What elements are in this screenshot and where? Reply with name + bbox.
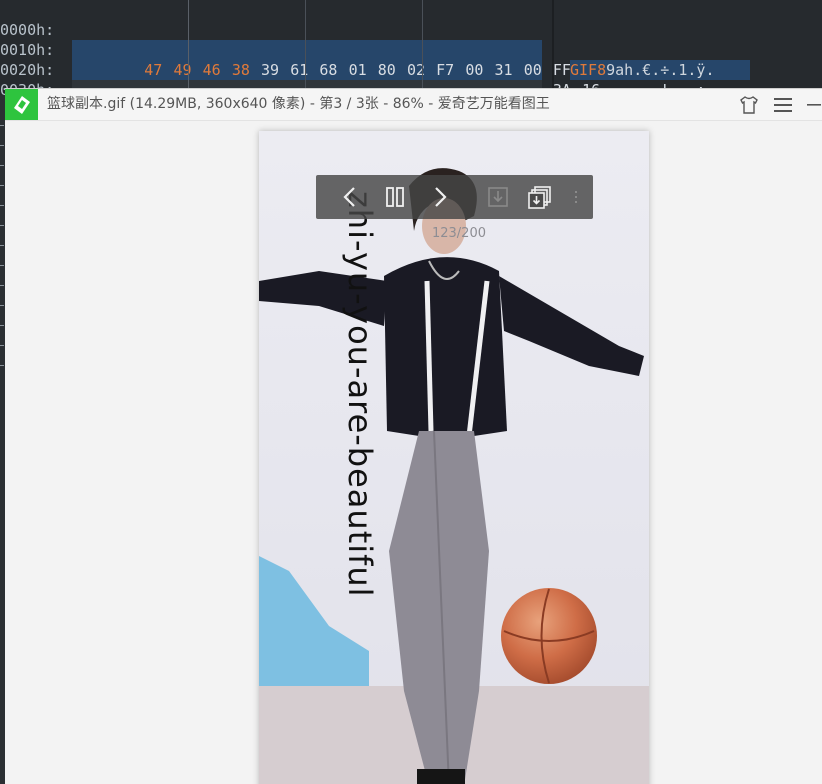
gutter-tick [0,145,4,146]
image-canvas[interactable]: zhi-yu-you-are-beautiful 123/200 [5,121,822,784]
ascii-rest: 9ah.€.÷.1.ÿ. [606,61,715,79]
gutter-tick [0,305,4,306]
gif-playback-toolbar [316,175,593,219]
hex-row[interactable]: 0010h: 04040A0B09140F0C1A15212C152C3A16 … [0,20,715,99]
image-overlay-text: zhi-yu-you-are-beautiful [341,191,379,598]
viewer-titlebar[interactable]: 篮球副本.gif (14.29MB, 360x640 像素) - 第3 / 3张… [5,89,822,121]
frame-counter: 123/200 [431,226,486,241]
gutter-tick [0,245,4,246]
gutter-tick [0,185,4,186]
hex-column-divider [422,0,423,95]
previous-frame-icon[interactable] [334,181,366,213]
hex-ascii-divider [552,0,554,95]
viewer-window-title: 篮球副本.gif (14.29MB, 360x640 像素) - 第3 / 3张… [47,96,550,112]
gutter-tick [0,325,4,326]
minimize-icon[interactable] [805,93,822,117]
gutter-tick [0,165,4,166]
save-frame-icon[interactable] [482,181,514,213]
gutter-tick [0,125,4,126]
hex-column-divider [305,0,306,95]
skin-icon[interactable] [737,93,761,117]
export-frames-icon[interactable] [524,181,556,213]
menu-icon[interactable] [771,93,795,117]
hex-row[interactable]: 0030h: 281B1C2D1C192A1C1A2A1F192B201624 … [0,60,715,139]
hex-row[interactable]: 0000h: 47494638396168018002F7003100FF00 … [0,0,750,100]
iqiyi-viewer-logo-icon[interactable] [5,89,38,120]
hex-column-divider [188,0,189,95]
ascii-magic: GIF8 [570,61,607,79]
gutter-tick [0,285,4,286]
more-icon[interactable] [566,181,586,213]
image-viewer-window: 篮球副本.gif (14.29MB, 360x640 像素) - 第3 / 3张… [5,88,822,784]
pause-icon[interactable] [379,181,411,213]
gutter-tick [0,365,4,366]
hex-row-ascii[interactable]: GIF89ah.€.÷.1.ÿ. [570,60,750,80]
gutter-tick [0,205,4,206]
next-frame-icon[interactable] [424,181,456,213]
gutter-tick [0,345,4,346]
gutter-tick [0,265,4,266]
hex-row[interactable]: 0020h: 101B1611211716211917281B17231B17 … [0,40,750,140]
gutter-tick [0,225,4,226]
